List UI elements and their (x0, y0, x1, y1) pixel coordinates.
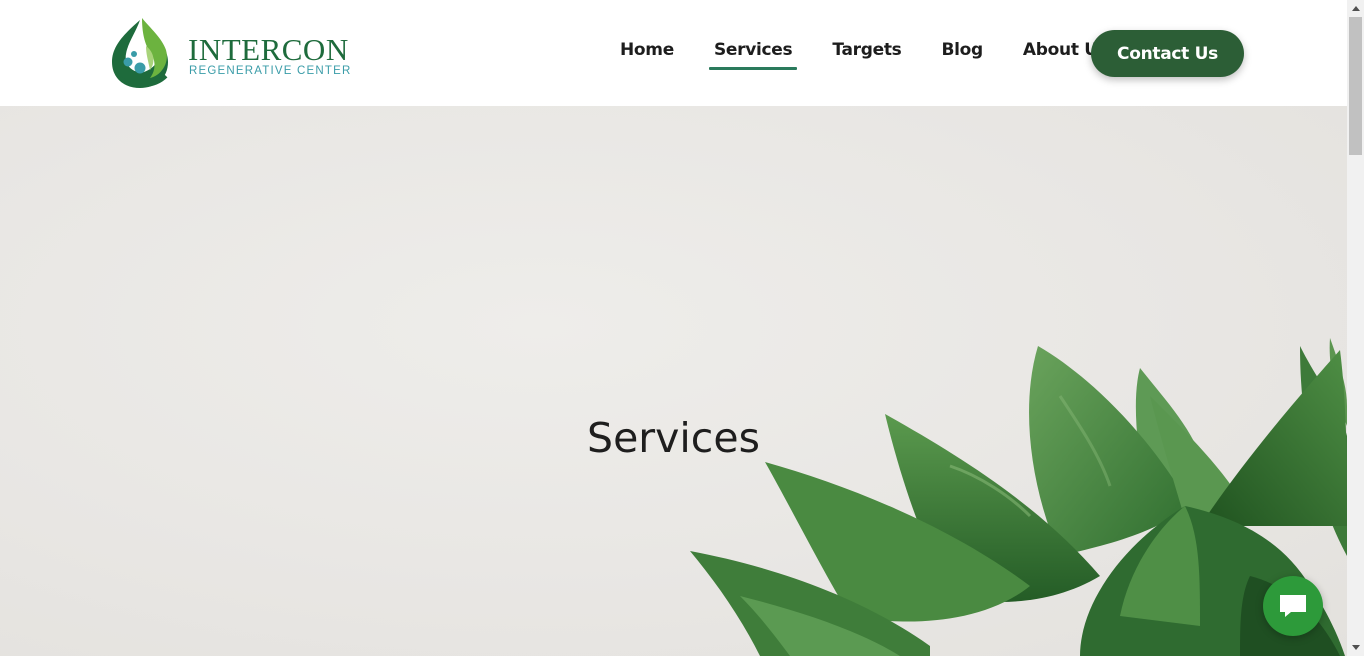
site-header: INTERCON REGENERATIVE CENTER Home Servic… (0, 0, 1347, 106)
main-nav: Home Services Targets Blog About Us (600, 32, 1128, 72)
logo-subtitle: REGENERATIVE CENTER (189, 65, 352, 77)
nav-services[interactable]: Services (708, 32, 798, 70)
nav-home[interactable]: Home (620, 32, 674, 70)
chat-button[interactable] (1263, 576, 1323, 636)
leaf-drop-logo-icon (112, 18, 168, 88)
page-title: Services (587, 414, 760, 462)
vertical-scrollbar[interactable] (1347, 0, 1364, 656)
page: INTERCON REGENERATIVE CENTER Home Servic… (0, 0, 1364, 656)
scroll-down-button[interactable] (1347, 639, 1364, 656)
logo-name: INTERCON (188, 32, 349, 67)
arrow-down-icon (1351, 645, 1360, 650)
scroll-up-button[interactable] (1347, 0, 1364, 17)
nav-blog[interactable]: Blog (941, 32, 983, 70)
nav-targets[interactable]: Targets (832, 32, 901, 70)
arrow-up-icon (1351, 6, 1360, 11)
chat-bubble-icon (1280, 595, 1306, 617)
scrollbar-thumb[interactable] (1349, 17, 1362, 155)
succulent-plant-image (690, 338, 1347, 656)
hero-banner: Services (0, 106, 1347, 656)
site-logo[interactable]: INTERCON REGENERATIVE CENTER (110, 16, 350, 90)
contact-us-button[interactable]: Contact Us (1091, 30, 1244, 77)
